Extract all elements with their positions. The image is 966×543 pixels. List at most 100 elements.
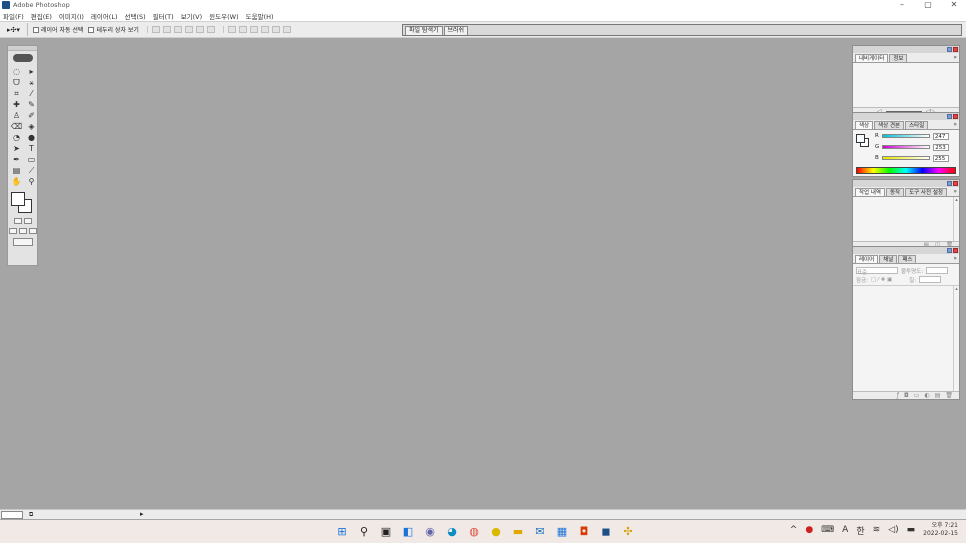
close-icon[interactable]: [953, 181, 958, 186]
crop-tool-icon[interactable]: ⌗: [10, 89, 23, 98]
chrome-icon[interactable]: ◍: [466, 523, 482, 539]
mail-icon[interactable]: ✉: [532, 523, 548, 539]
layers-scrollbar[interactable]: ▴: [953, 286, 959, 391]
tab-tool-presets[interactable]: 도구 사전 설정: [905, 188, 947, 196]
chat-icon[interactable]: ◉: [422, 523, 438, 539]
photoshop-icon[interactable]: ◼: [598, 523, 614, 539]
palette-menu-icon[interactable]: »: [953, 188, 957, 195]
history-brush-tool-icon[interactable]: ✐: [25, 111, 38, 120]
tab-color[interactable]: 색상: [855, 121, 874, 129]
battery-icon[interactable]: ▬: [907, 525, 916, 535]
lock-icons[interactable]: □ ⁄ ✚ ▣: [871, 277, 892, 283]
status-info-icon[interactable]: ⧉: [29, 511, 33, 519]
minimize-icon[interactable]: [947, 181, 952, 186]
menu-image[interactable]: 이미지(I): [59, 11, 84, 21]
clone-stamp-tool-icon[interactable]: ♙: [10, 111, 23, 120]
wifi-icon[interactable]: ≋: [873, 525, 881, 535]
office-icon[interactable]: ◘: [576, 523, 592, 539]
menu-file[interactable]: 파일(F): [3, 11, 24, 21]
pen-tool-icon[interactable]: ✒: [10, 155, 23, 164]
language-indicator[interactable]: 한: [856, 524, 864, 537]
foreground-color-swatch[interactable]: [856, 134, 865, 143]
keyboard-icon[interactable]: ⌨: [821, 525, 834, 535]
palette-header[interactable]: [853, 180, 959, 187]
foreground-color-swatch[interactable]: [11, 192, 25, 206]
shape-tool-icon[interactable]: ▭: [25, 155, 38, 164]
standard-screen-mode-icon[interactable]: [8, 228, 17, 234]
align-top-icon[interactable]: [151, 26, 160, 33]
brush-tool-icon[interactable]: ✎: [25, 100, 38, 109]
ime-mode-indicator[interactable]: A: [842, 525, 848, 535]
palette-menu-icon[interactable]: »: [953, 54, 957, 61]
show-bounding-box-checkbox[interactable]: 테두리 상자 보기: [88, 25, 139, 34]
align-bottom-icon[interactable]: [173, 26, 182, 33]
distribute-vcenter-icon[interactable]: [238, 26, 247, 33]
menu-layer[interactable]: 레이어(L): [91, 11, 118, 21]
slice-tool-icon[interactable]: ⁄: [25, 89, 38, 98]
trash-icon[interactable]: 🗑: [945, 392, 953, 399]
blend-mode-select[interactable]: 표준: [856, 267, 898, 276]
zoom-level-input[interactable]: [1, 510, 23, 519]
type-tool-icon[interactable]: T: [25, 144, 38, 153]
tab-swatches[interactable]: 색상 견본: [874, 121, 905, 129]
kakaotalk-icon[interactable]: ●: [488, 523, 504, 539]
move-tool-icon[interactable]: ▸: [25, 67, 38, 76]
color-ramp[interactable]: [856, 167, 956, 174]
clock[interactable]: 오후 7:21 2022-02-15: [923, 522, 958, 538]
history-scrollbar[interactable]: ▴: [953, 197, 959, 241]
zoom-tool-icon[interactable]: ⚲: [25, 177, 38, 186]
blue-value-input[interactable]: 255: [932, 154, 949, 162]
file-browser-tab[interactable]: 파일 탐색기: [405, 26, 443, 35]
lasso-tool-icon[interactable]: ᗜ: [10, 78, 23, 87]
paint-bucket-tool-icon[interactable]: ◈: [25, 122, 38, 131]
marquee-tool-icon[interactable]: ◌: [10, 67, 23, 76]
magic-wand-tool-icon[interactable]: ⚹: [25, 78, 38, 87]
search-icon[interactable]: ⚲: [356, 523, 372, 539]
blue-slider[interactable]: [881, 156, 930, 160]
task-view-icon[interactable]: ▣: [378, 523, 394, 539]
tab-paths[interactable]: 패스: [898, 255, 917, 263]
new-layer-icon[interactable]: ▤: [935, 392, 941, 399]
palette-menu-icon[interactable]: »: [953, 255, 957, 262]
minimize-icon[interactable]: [947, 114, 952, 119]
status-menu-arrow-icon[interactable]: ▸: [140, 510, 144, 518]
tab-channels[interactable]: 채널: [879, 255, 898, 263]
adjustment-layer-icon[interactable]: ◐: [924, 392, 929, 399]
tab-navigator[interactable]: 내비게이터: [855, 54, 889, 62]
opacity-input[interactable]: [926, 267, 949, 274]
minimize-button[interactable]: –: [896, 0, 908, 9]
distribute-right-icon[interactable]: [282, 26, 291, 33]
fill-input[interactable]: [919, 276, 942, 283]
healing-brush-tool-icon[interactable]: ✚: [10, 100, 23, 109]
minimize-icon[interactable]: [947, 47, 952, 52]
menu-select[interactable]: 선택(S): [125, 11, 146, 21]
align-left-icon[interactable]: [184, 26, 193, 33]
distribute-left-icon[interactable]: [260, 26, 269, 33]
security-icon[interactable]: ●: [805, 525, 813, 535]
align-right-icon[interactable]: [206, 26, 215, 33]
eraser-tool-icon[interactable]: ⌫: [10, 122, 23, 131]
chevron-up-icon[interactable]: ^: [790, 525, 798, 535]
tool-preset-picker[interactable]: ▸✣ ▾: [4, 23, 28, 36]
brushes-tab[interactable]: 브러쉬: [443, 26, 469, 35]
layer-mask-icon[interactable]: ◘: [904, 392, 909, 399]
palette-header[interactable]: [853, 46, 959, 53]
windows-start-icon[interactable]: ⊞: [334, 523, 350, 539]
distribute-top-icon[interactable]: [227, 26, 236, 33]
photos-icon[interactable]: ▦: [554, 523, 570, 539]
menu-window[interactable]: 윈도우(W): [209, 11, 238, 21]
edge-browser-icon[interactable]: ◕: [444, 523, 460, 539]
imageready-icon[interactable]: [12, 238, 33, 246]
tab-styles[interactable]: 스타일: [905, 121, 929, 129]
blur-tool-icon[interactable]: ◔: [10, 133, 23, 142]
palette-menu-icon[interactable]: »: [953, 121, 957, 128]
green-value-input[interactable]: 253: [933, 143, 950, 151]
widgets-icon[interactable]: ◧: [400, 523, 416, 539]
notes-tool-icon[interactable]: ▤: [10, 166, 23, 175]
close-icon[interactable]: [953, 248, 958, 253]
tab-layers[interactable]: 레이어: [855, 255, 879, 263]
auto-select-layer-checkbox[interactable]: 레이어 자동 선택: [33, 25, 83, 34]
tab-info[interactable]: 정보: [889, 54, 908, 62]
red-value-input[interactable]: 247: [932, 132, 949, 140]
palette-header[interactable]: [853, 113, 959, 120]
